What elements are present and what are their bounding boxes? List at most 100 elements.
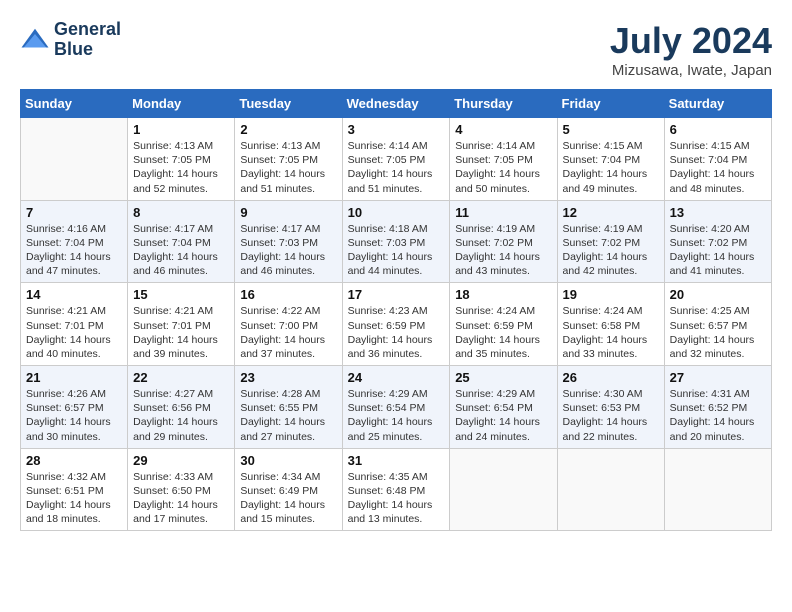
day-number: 18 bbox=[455, 287, 551, 302]
day-number: 31 bbox=[348, 453, 445, 468]
calendar-cell: 8 Sunrise: 4:17 AM Sunset: 7:04 PM Daylig… bbox=[128, 200, 235, 283]
day-info: Sunrise: 4:16 AM Sunset: 7:04 PM Dayligh… bbox=[26, 222, 122, 279]
weekday-header-saturday: Saturday bbox=[664, 90, 771, 118]
day-number: 14 bbox=[26, 287, 122, 302]
calendar-cell: 15 Sunrise: 4:21 AM Sunset: 7:01 PM Dayli… bbox=[128, 283, 235, 366]
day-number: 1 bbox=[133, 122, 229, 137]
calendar-cell: 23 Sunrise: 4:28 AM Sunset: 6:55 PM Dayli… bbox=[235, 366, 342, 449]
day-number: 8 bbox=[133, 205, 229, 220]
day-info: Sunrise: 4:35 AM Sunset: 6:48 PM Dayligh… bbox=[348, 470, 445, 527]
calendar-cell: 11Sunrise: 4:19 AM Sunset: 7:02 PM Dayli… bbox=[450, 200, 557, 283]
calendar-cell: 25 Sunrise: 4:29 AM Sunset: 6:54 PM Dayli… bbox=[450, 366, 557, 449]
calendar-table: SundayMondayTuesdayWednesdayThursdayFrid… bbox=[20, 89, 772, 531]
day-info: Sunrise: 4:29 AM Sunset: 6:54 PM Dayligh… bbox=[348, 387, 445, 444]
calendar-cell: 22Sunrise: 4:27 AM Sunset: 6:56 PM Dayli… bbox=[128, 366, 235, 449]
day-info: Sunrise: 4:18 AM Sunset: 7:03 PM Dayligh… bbox=[348, 222, 445, 279]
calendar-cell: 19 Sunrise: 4:24 AM Sunset: 6:58 PM Dayli… bbox=[557, 283, 664, 366]
title-block: July 2024 Mizusawa, Iwate, Japan bbox=[610, 20, 772, 79]
calendar-cell: 16 Sunrise: 4:22 AM Sunset: 7:00 PM Dayli… bbox=[235, 283, 342, 366]
day-info: Sunrise: 4:30 AM Sunset: 6:53 PM Dayligh… bbox=[563, 387, 659, 444]
page-header: General Blue July 2024 Mizusawa, Iwate, … bbox=[20, 20, 772, 79]
day-number: 13 bbox=[670, 205, 766, 220]
calendar-cell: 10Sunrise: 4:18 AM Sunset: 7:03 PM Dayli… bbox=[342, 200, 450, 283]
day-info: Sunrise: 4:31 AM Sunset: 6:52 PM Dayligh… bbox=[670, 387, 766, 444]
day-number: 21 bbox=[26, 370, 122, 385]
logo-icon bbox=[20, 25, 50, 55]
day-info: Sunrise: 4:26 AM Sunset: 6:57 PM Dayligh… bbox=[26, 387, 122, 444]
day-info: Sunrise: 4:33 AM Sunset: 6:50 PM Dayligh… bbox=[133, 470, 229, 527]
day-number: 11 bbox=[455, 205, 551, 220]
calendar-cell: 28Sunrise: 4:32 AM Sunset: 6:51 PM Dayli… bbox=[21, 448, 128, 531]
calendar-cell: 30 Sunrise: 4:34 AM Sunset: 6:49 PM Dayli… bbox=[235, 448, 342, 531]
calendar-cell bbox=[557, 448, 664, 531]
day-number: 29 bbox=[133, 453, 229, 468]
day-number: 26 bbox=[563, 370, 659, 385]
calendar-cell: 5 Sunrise: 4:15 AM Sunset: 7:04 PM Daylig… bbox=[557, 118, 664, 201]
day-info: Sunrise: 4:24 AM Sunset: 6:59 PM Dayligh… bbox=[455, 304, 551, 361]
location: Mizusawa, Iwate, Japan bbox=[610, 62, 772, 79]
day-info: Sunrise: 4:29 AM Sunset: 6:54 PM Dayligh… bbox=[455, 387, 551, 444]
day-number: 4 bbox=[455, 122, 551, 137]
day-number: 16 bbox=[240, 287, 336, 302]
calendar-cell: 1 Sunrise: 4:13 AM Sunset: 7:05 PM Daylig… bbox=[128, 118, 235, 201]
day-number: 5 bbox=[563, 122, 659, 137]
calendar-cell: 17Sunrise: 4:23 AM Sunset: 6:59 PM Dayli… bbox=[342, 283, 450, 366]
calendar-cell bbox=[664, 448, 771, 531]
calendar-cell: 3 Sunrise: 4:14 AM Sunset: 7:05 PM Daylig… bbox=[342, 118, 450, 201]
day-number: 19 bbox=[563, 287, 659, 302]
weekday-header-sunday: Sunday bbox=[21, 90, 128, 118]
day-info: Sunrise: 4:25 AM Sunset: 6:57 PM Dayligh… bbox=[670, 304, 766, 361]
calendar-cell: 9 Sunrise: 4:17 AM Sunset: 7:03 PM Daylig… bbox=[235, 200, 342, 283]
calendar-cell: 13Sunrise: 4:20 AM Sunset: 7:02 PM Dayli… bbox=[664, 200, 771, 283]
day-number: 28 bbox=[26, 453, 122, 468]
day-number: 27 bbox=[670, 370, 766, 385]
day-number: 24 bbox=[348, 370, 445, 385]
day-info: Sunrise: 4:34 AM Sunset: 6:49 PM Dayligh… bbox=[240, 470, 336, 527]
calendar-cell: 4Sunrise: 4:14 AM Sunset: 7:05 PM Daylig… bbox=[450, 118, 557, 201]
day-info: Sunrise: 4:27 AM Sunset: 6:56 PM Dayligh… bbox=[133, 387, 229, 444]
weekday-header-thursday: Thursday bbox=[450, 90, 557, 118]
calendar-cell: 26 Sunrise: 4:30 AM Sunset: 6:53 PM Dayli… bbox=[557, 366, 664, 449]
calendar-cell: 2Sunrise: 4:13 AM Sunset: 7:05 PM Daylig… bbox=[235, 118, 342, 201]
month-title: July 2024 bbox=[610, 20, 772, 62]
day-number: 12 bbox=[563, 205, 659, 220]
day-number: 9 bbox=[240, 205, 336, 220]
day-info: Sunrise: 4:21 AM Sunset: 7:01 PM Dayligh… bbox=[133, 304, 229, 361]
day-number: 25 bbox=[455, 370, 551, 385]
day-info: Sunrise: 4:17 AM Sunset: 7:04 PM Dayligh… bbox=[133, 222, 229, 279]
logo: General Blue bbox=[20, 20, 121, 60]
calendar-cell: 7 Sunrise: 4:16 AM Sunset: 7:04 PM Daylig… bbox=[21, 200, 128, 283]
day-info: Sunrise: 4:23 AM Sunset: 6:59 PM Dayligh… bbox=[348, 304, 445, 361]
calendar-cell: 27 Sunrise: 4:31 AM Sunset: 6:52 PM Dayli… bbox=[664, 366, 771, 449]
calendar-cell: 12Sunrise: 4:19 AM Sunset: 7:02 PM Dayli… bbox=[557, 200, 664, 283]
day-info: Sunrise: 4:28 AM Sunset: 6:55 PM Dayligh… bbox=[240, 387, 336, 444]
day-info: Sunrise: 4:13 AM Sunset: 7:05 PM Dayligh… bbox=[133, 139, 229, 196]
calendar-cell: 18 Sunrise: 4:24 AM Sunset: 6:59 PM Dayli… bbox=[450, 283, 557, 366]
day-info: Sunrise: 4:15 AM Sunset: 7:04 PM Dayligh… bbox=[563, 139, 659, 196]
weekday-header-friday: Friday bbox=[557, 90, 664, 118]
calendar-cell: 31 Sunrise: 4:35 AM Sunset: 6:48 PM Dayli… bbox=[342, 448, 450, 531]
day-info: Sunrise: 4:22 AM Sunset: 7:00 PM Dayligh… bbox=[240, 304, 336, 361]
day-number: 23 bbox=[240, 370, 336, 385]
logo-text: General Blue bbox=[54, 20, 121, 60]
calendar-cell: 29 Sunrise: 4:33 AM Sunset: 6:50 PM Dayli… bbox=[128, 448, 235, 531]
day-info: Sunrise: 4:14 AM Sunset: 7:05 PM Dayligh… bbox=[348, 139, 445, 196]
day-info: Sunrise: 4:24 AM Sunset: 6:58 PM Dayligh… bbox=[563, 304, 659, 361]
day-number: 30 bbox=[240, 453, 336, 468]
calendar-cell: 6 Sunrise: 4:15 AM Sunset: 7:04 PM Daylig… bbox=[664, 118, 771, 201]
weekday-header-monday: Monday bbox=[128, 90, 235, 118]
day-info: Sunrise: 4:15 AM Sunset: 7:04 PM Dayligh… bbox=[670, 139, 766, 196]
calendar-cell bbox=[450, 448, 557, 531]
day-number: 15 bbox=[133, 287, 229, 302]
weekday-header-tuesday: Tuesday bbox=[235, 90, 342, 118]
day-number: 7 bbox=[26, 205, 122, 220]
day-number: 20 bbox=[670, 287, 766, 302]
day-info: Sunrise: 4:13 AM Sunset: 7:05 PM Dayligh… bbox=[240, 139, 336, 196]
calendar-cell: 24 Sunrise: 4:29 AM Sunset: 6:54 PM Dayli… bbox=[342, 366, 450, 449]
weekday-header-wednesday: Wednesday bbox=[342, 90, 450, 118]
day-number: 6 bbox=[670, 122, 766, 137]
day-number: 3 bbox=[348, 122, 445, 137]
calendar-cell bbox=[21, 118, 128, 201]
day-info: Sunrise: 4:17 AM Sunset: 7:03 PM Dayligh… bbox=[240, 222, 336, 279]
calendar-cell: 20 Sunrise: 4:25 AM Sunset: 6:57 PM Dayli… bbox=[664, 283, 771, 366]
